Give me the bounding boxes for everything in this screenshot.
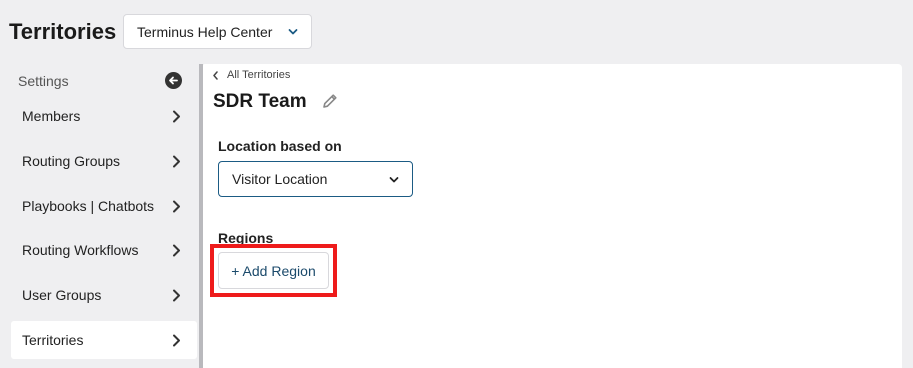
sidebar-header: Settings bbox=[18, 72, 188, 92]
page-title: Territories bbox=[9, 19, 117, 44]
sidebar-header-label: Settings bbox=[18, 73, 69, 89]
sidebar-item-routing-workflows[interactable]: Routing Workflows bbox=[11, 231, 197, 269]
top-bar: Territories Terminus Help Center bbox=[0, 0, 913, 64]
add-region-button[interactable]: + Add Region bbox=[218, 252, 329, 289]
workspace-select-value: Terminus Help Center bbox=[137, 23, 273, 40]
sidebar-item-playbooks-chatbots[interactable]: Playbooks | Chatbots bbox=[11, 187, 197, 225]
breadcrumb-link[interactable]: All Territories bbox=[227, 69, 290, 81]
chevron-right-icon bbox=[173, 334, 180, 347]
pencil-icon[interactable] bbox=[321, 92, 339, 110]
settings-sidebar: Settings Members Routing Groups Playbook… bbox=[0, 64, 199, 368]
breadcrumb[interactable]: All Territories bbox=[212, 69, 290, 81]
back-arrow-icon[interactable] bbox=[165, 72, 182, 89]
sidebar-item-label: User Groups bbox=[22, 287, 102, 303]
chevron-right-icon bbox=[173, 155, 180, 168]
sidebar-item-label: Routing Workflows bbox=[22, 242, 139, 258]
sidebar-item-user-groups[interactable]: User Groups bbox=[11, 276, 197, 314]
sidebar-item-routing-groups[interactable]: Routing Groups bbox=[11, 142, 197, 180]
sidebar-item-label: Playbooks | Chatbots bbox=[22, 198, 155, 214]
chevron-down-icon bbox=[288, 29, 298, 35]
chevron-right-icon bbox=[173, 289, 180, 302]
sidebar-item-territories[interactable]: Territories bbox=[11, 321, 197, 359]
sidebar-item-label: Members bbox=[22, 108, 81, 124]
location-label: Location based on bbox=[218, 138, 342, 154]
territory-detail-panel: All Territories SDR Team Location based … bbox=[203, 64, 902, 368]
location-select-value: Visitor Location bbox=[232, 171, 328, 187]
sidebar-item-members[interactable]: Members bbox=[11, 97, 197, 135]
workspace-select[interactable]: Terminus Help Center bbox=[123, 14, 312, 49]
chevron-right-icon bbox=[173, 110, 180, 123]
chevron-left-icon bbox=[213, 70, 218, 80]
chevron-right-icon bbox=[173, 244, 180, 257]
chevron-right-icon bbox=[173, 200, 180, 213]
territory-title: SDR Team bbox=[213, 91, 307, 112]
sidebar-item-label: Territories bbox=[22, 332, 84, 348]
location-select[interactable]: Visitor Location bbox=[218, 161, 413, 197]
sidebar-item-label: Routing Groups bbox=[22, 153, 121, 169]
chevron-down-icon bbox=[389, 177, 399, 183]
